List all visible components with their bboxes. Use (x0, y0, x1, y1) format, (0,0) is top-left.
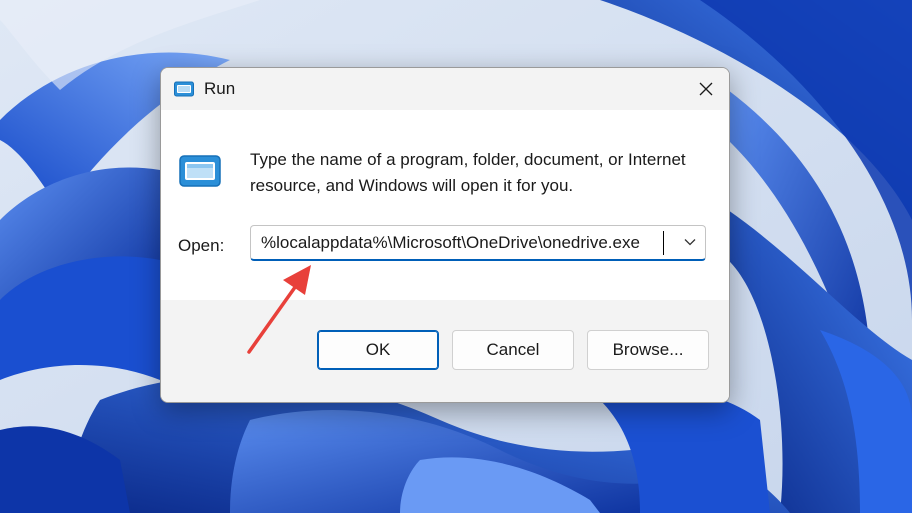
dialog-footer: OK Cancel Browse... (161, 300, 729, 402)
cancel-button[interactable]: Cancel (452, 330, 574, 370)
open-combobox[interactable]: %localappdata%\Microsoft\OneDrive\onedri… (250, 225, 706, 261)
run-dialog: Run Type the name of a program, folder, … (160, 67, 730, 403)
text-cursor (663, 231, 664, 255)
browse-button[interactable]: Browse... (587, 330, 709, 370)
open-label: Open: (178, 236, 225, 255)
window-title: Run (204, 79, 236, 98)
desktop: Run Type the name of a program, folder, … (0, 0, 912, 513)
run-app-icon (174, 81, 194, 97)
title-bar[interactable]: Run (161, 68, 729, 110)
run-program-icon (179, 155, 221, 187)
open-input[interactable]: %localappdata%\Microsoft\OneDrive\onedri… (261, 231, 640, 255)
run-description: Type the name of a program, folder, docu… (250, 150, 686, 195)
close-icon (699, 82, 713, 96)
close-button[interactable] (683, 68, 729, 110)
chevron-down-icon (684, 239, 696, 246)
open-history-dropdown[interactable] (677, 228, 703, 256)
ok-button[interactable]: OK (317, 330, 439, 370)
dialog-content: Type the name of a program, folder, docu… (161, 110, 729, 300)
